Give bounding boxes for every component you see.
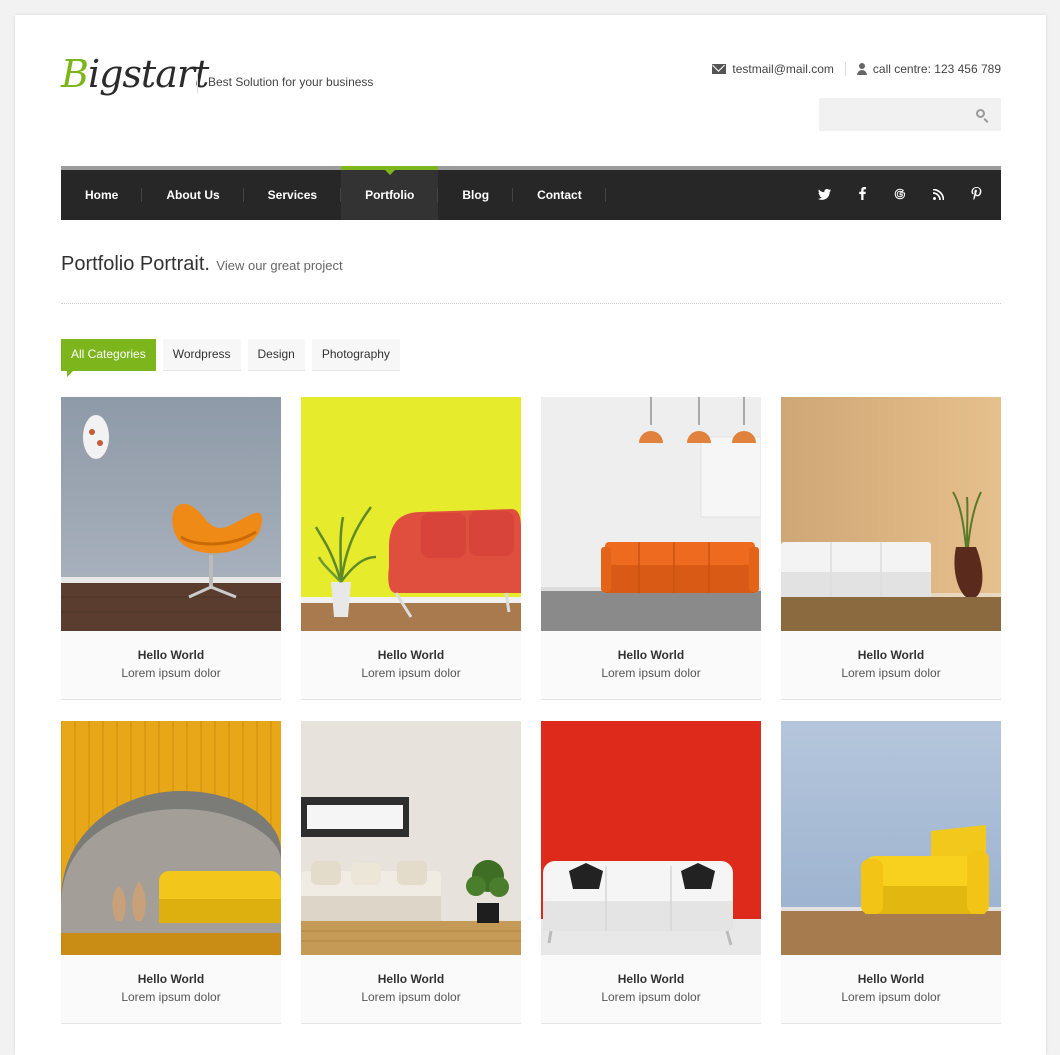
filter-photography[interactable]: Photography — [311, 339, 400, 371]
rss-icon[interactable] — [919, 187, 957, 203]
logo-initial: B — [61, 52, 89, 96]
portfolio-item[interactable]: Hello World Lorem ipsum dolor — [61, 721, 281, 1024]
page-subtitle: View our great project — [216, 258, 343, 273]
portfolio-image — [541, 721, 761, 955]
portfolio-caption: Hello World Lorem ipsum dolor — [61, 955, 281, 1024]
portfolio-description: Lorem ipsum dolor — [601, 990, 701, 1004]
portfolio-image — [781, 721, 1001, 955]
portfolio-title: Hello World — [617, 648, 685, 662]
portfolio-image — [301, 721, 521, 955]
portfolio-title: Hello World — [137, 648, 205, 662]
portfolio-title: Hello World — [857, 972, 925, 986]
logo-text: igstart — [87, 52, 209, 96]
category-filters: All Categories Wordpress Design Photogra… — [61, 339, 400, 377]
portfolio-item[interactable]: Hello World Lorem ipsum dolor — [301, 721, 521, 1024]
portfolio-title: Hello World — [617, 972, 685, 986]
portfolio-grid: Hello World Lorem ipsum dolor Hello Worl… — [61, 397, 1001, 1024]
contact-info: testmail@mail.com call centre: 123 456 7… — [712, 62, 1001, 76]
contact-divider — [844, 62, 846, 76]
portfolio-image — [61, 397, 281, 631]
email-text: testmail@mail.com — [732, 62, 834, 76]
social-links — [805, 170, 995, 220]
tagline: Best Solution for your business — [197, 73, 373, 93]
filter-wordpress[interactable]: Wordpress — [162, 339, 241, 371]
nav-label: About Us — [166, 188, 220, 202]
nav-item-contact[interactable]: Contact — [513, 170, 606, 220]
portfolio-description: Lorem ipsum dolor — [841, 990, 941, 1004]
portfolio-description: Lorem ipsum dolor — [121, 990, 221, 1004]
portfolio-caption: Hello World Lorem ipsum dolor — [61, 631, 281, 700]
portfolio-description: Lorem ipsum dolor — [121, 666, 221, 680]
portfolio-image — [781, 397, 1001, 631]
phone-text: call centre: 123 456 789 — [872, 62, 1001, 76]
portfolio-image — [61, 721, 281, 955]
contact-phone: call centre: 123 456 789 — [856, 62, 1001, 76]
search-input[interactable] — [819, 98, 969, 131]
pinterest-icon[interactable] — [957, 187, 995, 203]
twitter-icon[interactable] — [805, 187, 843, 203]
nav-label: Contact — [537, 188, 582, 202]
portfolio-item[interactable]: Hello World Lorem ipsum dolor — [781, 721, 1001, 1024]
search-icon[interactable] — [976, 109, 985, 118]
active-indicator — [384, 170, 395, 175]
nav-label: Services — [267, 188, 318, 202]
portfolio-description: Lorem ipsum dolor — [601, 666, 701, 680]
page-container: Bigstart Best Solution for your business… — [15, 15, 1046, 1055]
filter-label: Photography — [321, 347, 390, 361]
filter-all-categories[interactable]: All Categories — [61, 339, 156, 377]
main-nav: Home About Us Services Portfolio Blog Co… — [61, 166, 1001, 220]
portfolio-item[interactable]: Hello World Lorem ipsum dolor — [61, 397, 281, 700]
portfolio-item[interactable]: Hello World Lorem ipsum dolor — [541, 397, 761, 700]
portfolio-caption: Hello World Lorem ipsum dolor — [541, 631, 761, 700]
nav-item-blog[interactable]: Blog — [438, 170, 513, 220]
portfolio-caption: Hello World Lorem ipsum dolor — [301, 631, 521, 700]
logo[interactable]: Bigstart — [61, 52, 209, 96]
nav-label: Home — [85, 188, 119, 202]
portfolio-title: Hello World — [377, 972, 445, 986]
portfolio-caption: Hello World Lorem ipsum dolor — [781, 631, 1001, 700]
facebook-icon[interactable] — [843, 187, 881, 203]
filter-label: Design — [257, 347, 295, 361]
portfolio-title: Hello World — [377, 648, 445, 662]
portfolio-item[interactable]: Hello World Lorem ipsum dolor — [541, 721, 761, 1024]
page-title-block: Portfolio Portrait. View our great proje… — [61, 253, 343, 276]
portfolio-description: Lorem ipsum dolor — [361, 990, 461, 1004]
filter-design[interactable]: Design — [247, 339, 305, 371]
nav-label: Portfolio — [365, 188, 415, 202]
portfolio-item[interactable]: Hello World Lorem ipsum dolor — [781, 397, 1001, 700]
portfolio-title: Hello World — [137, 972, 205, 986]
portfolio-title: Hello World — [857, 648, 925, 662]
nav-item-home[interactable]: Home — [61, 170, 143, 220]
portfolio-description: Lorem ipsum dolor — [841, 666, 941, 680]
page-title: Portfolio Portrait. — [61, 253, 210, 275]
contact-email[interactable]: testmail@mail.com — [712, 62, 834, 76]
portfolio-caption: Hello World Lorem ipsum dolor — [541, 955, 761, 1024]
portfolio-image — [541, 397, 761, 631]
portfolio-image — [301, 397, 521, 631]
filter-label: All Categories — [71, 347, 146, 361]
google-icon[interactable] — [881, 187, 919, 203]
filter-label: Wordpress — [172, 347, 231, 361]
portfolio-caption: Hello World Lorem ipsum dolor — [781, 955, 1001, 1024]
nav-item-about-us[interactable]: About Us — [142, 170, 245, 220]
nav-item-services[interactable]: Services — [244, 170, 342, 220]
mail-icon — [712, 64, 727, 74]
search-box — [819, 98, 1001, 131]
portfolio-item[interactable]: Hello World Lorem ipsum dolor — [301, 397, 521, 700]
active-filter-pointer — [67, 371, 73, 377]
nav-label: Blog — [462, 188, 490, 202]
divider — [61, 303, 1001, 304]
portfolio-caption: Hello World Lorem ipsum dolor — [301, 955, 521, 1024]
user-icon — [856, 63, 867, 75]
portfolio-description: Lorem ipsum dolor — [361, 666, 461, 680]
nav-item-portfolio[interactable]: Portfolio — [341, 166, 439, 220]
